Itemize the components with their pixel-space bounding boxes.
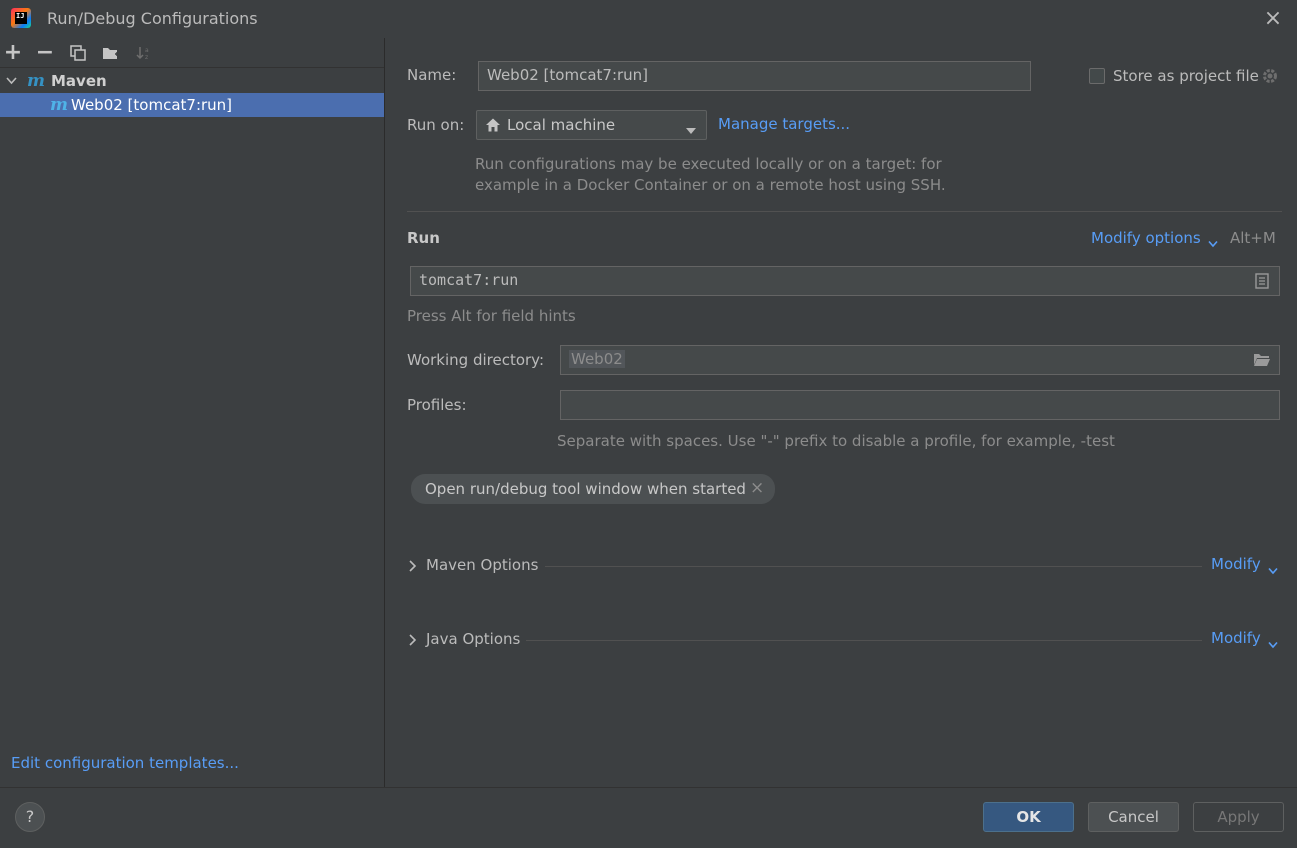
- profiles-hint: Separate with spaces. Use "-" prefix to …: [557, 432, 1115, 450]
- copy-icon[interactable]: [67, 42, 89, 64]
- help-button[interactable]: ?: [15, 802, 45, 832]
- section-divider: [545, 566, 1202, 567]
- expand-editor-icon[interactable]: [1255, 273, 1269, 293]
- chevron-right-icon[interactable]: [408, 559, 417, 577]
- chevron-down-icon[interactable]: [1268, 561, 1278, 579]
- gear-icon[interactable]: [1261, 67, 1279, 89]
- chevron-down-icon: [685, 121, 697, 139]
- name-input[interactable]: Web02 [tomcat7:run]: [478, 61, 1031, 91]
- working-directory-input[interactable]: Web02: [560, 345, 1280, 375]
- tree-group-label: Maven: [51, 72, 107, 90]
- store-as-project-checkbox[interactable]: [1089, 68, 1105, 84]
- sort-icon[interactable]: az: [133, 42, 155, 64]
- profiles-label: Profiles:: [407, 396, 467, 414]
- svg-text:a: a: [145, 47, 149, 54]
- run-on-value: Local machine: [507, 116, 616, 134]
- run-on-label: Run on:: [407, 116, 465, 134]
- command-line-input[interactable]: tomcat7:run: [410, 266, 1280, 296]
- working-directory-value: Web02: [569, 350, 625, 368]
- open-tool-window-chip[interactable]: Open run/debug tool window when started …: [411, 474, 775, 504]
- section-divider: [407, 211, 1282, 212]
- cancel-button[interactable]: Cancel: [1088, 802, 1179, 832]
- modify-options-shortcut: Alt+M: [1230, 229, 1276, 247]
- new-folder-icon[interactable]: [100, 42, 122, 64]
- remove-icon[interactable]: −: [34, 42, 56, 64]
- modify-options-link[interactable]: Modify options: [1091, 229, 1201, 247]
- maven-icon: m: [50, 95, 68, 115]
- apply-button[interactable]: Apply: [1193, 802, 1284, 832]
- ok-button[interactable]: OK: [983, 802, 1074, 832]
- tree-item-label: Web02 [tomcat7:run]: [71, 96, 233, 114]
- run-section-title: Run: [407, 229, 440, 247]
- manage-targets-link[interactable]: Manage targets...: [718, 115, 850, 133]
- maven-options-modify-link[interactable]: Modify: [1211, 555, 1261, 573]
- add-icon[interactable]: +: [2, 42, 24, 64]
- maven-options-section[interactable]: Maven Options: [426, 556, 538, 574]
- run-on-hint-line-2: example in a Docker Container or on a re…: [475, 176, 946, 194]
- section-divider: [526, 640, 1202, 641]
- working-directory-label: Working directory:: [407, 351, 545, 369]
- window-title: Run/Debug Configurations: [47, 9, 258, 28]
- home-icon: [485, 117, 501, 137]
- configurations-panel: [0, 38, 385, 787]
- intellij-app-icon: IJ: [11, 8, 31, 28]
- svg-text:z: z: [145, 54, 148, 61]
- profiles-input[interactable]: [560, 390, 1280, 420]
- run-on-hint-line-1: Run configurations may be executed local…: [475, 155, 942, 173]
- chevron-right-icon[interactable]: [408, 633, 417, 651]
- chevron-down-icon[interactable]: [1268, 635, 1278, 653]
- maven-icon: m: [27, 71, 45, 91]
- tree-group-maven[interactable]: m Maven: [0, 69, 384, 93]
- edit-templates-link[interactable]: Edit configuration templates...: [11, 754, 239, 772]
- close-icon[interactable]: ×: [750, 478, 764, 498]
- java-options-modify-link[interactable]: Modify: [1211, 629, 1261, 647]
- store-as-project-label: Store as project file: [1113, 67, 1259, 85]
- chevron-down-icon[interactable]: [1208, 234, 1218, 252]
- tree-item-web02[interactable]: m Web02 [tomcat7:run]: [0, 93, 384, 117]
- field-hints-text: Press Alt for field hints: [407, 307, 576, 325]
- run-on-dropdown[interactable]: Local machine: [476, 110, 707, 140]
- chip-label: Open run/debug tool window when started: [425, 480, 746, 498]
- name-label: Name:: [407, 66, 457, 84]
- configurations-toolbar: [0, 38, 384, 68]
- java-options-section[interactable]: Java Options: [426, 630, 520, 648]
- folder-icon[interactable]: [1253, 352, 1271, 371]
- close-icon[interactable]: ×: [1262, 8, 1284, 30]
